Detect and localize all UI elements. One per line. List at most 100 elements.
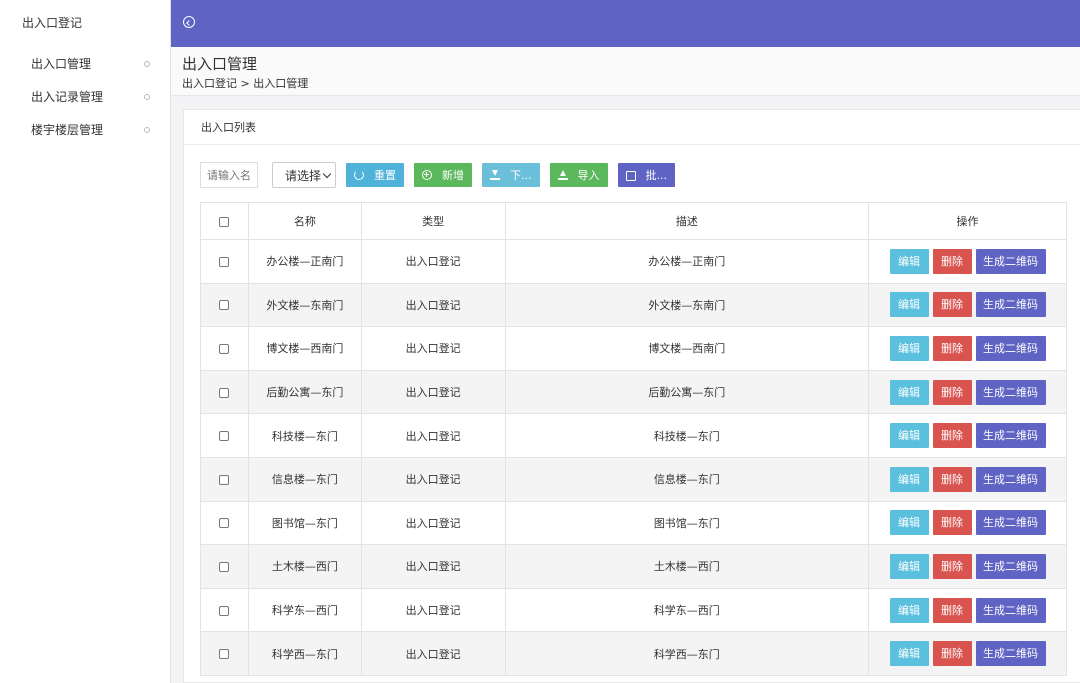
edit-button[interactable]: 编辑 — [889, 641, 929, 667]
entrance-list-card: 出入口列表 请选择 重置 新增 下... 导入 批... — [183, 109, 1080, 683]
delete-button[interactable]: 删除 — [932, 466, 972, 492]
row-checkbox-cell — [200, 544, 249, 589]
edit-button[interactable]: 编辑 — [889, 335, 929, 361]
row-checkbox[interactable] — [219, 387, 230, 398]
type-select[interactable]: 请选择 — [272, 162, 336, 188]
chevron-down-icon — [322, 169, 332, 178]
edit-button[interactable]: 编辑 — [889, 597, 929, 623]
table-row: 博文楼—西南门 出入口登记 博文楼—西南门 编辑 删除 生成二维码 — [200, 326, 1067, 371]
generate-qrcode-button[interactable]: 生成二维码 — [975, 423, 1046, 449]
refresh-icon — [354, 170, 364, 180]
sidebar-item-label: 出入记录管理 — [31, 90, 104, 104]
generate-qrcode-button[interactable]: 生成二维码 — [975, 335, 1046, 361]
add-button[interactable]: 新增 — [414, 163, 472, 187]
cell-name: 外文楼—东南门 — [247, 282, 362, 328]
row-checkbox[interactable] — [219, 474, 230, 485]
generate-qrcode-button[interactable]: 生成二维码 — [975, 248, 1046, 274]
cell-actions: 编辑 删除 生成二维码 — [868, 282, 1067, 328]
row-checkbox[interactable] — [219, 561, 230, 572]
toolbar: 请选择 重置 新增 下... 导入 批... — [200, 162, 675, 188]
cell-name: 图书馆—东门 — [247, 500, 362, 546]
table-row: 图书馆—东门 出入口登记 图书馆—东门 编辑 删除 生成二维码 — [200, 500, 1067, 546]
add-label: 新增 — [442, 169, 464, 182]
edit-button[interactable]: 编辑 — [889, 553, 929, 579]
generate-qrcode-button[interactable]: 生成二维码 — [975, 510, 1046, 536]
delete-button[interactable]: 删除 — [932, 553, 972, 579]
plus-circle-icon — [422, 170, 432, 180]
generate-qrcode-button[interactable]: 生成二维码 — [975, 553, 1046, 579]
cell-desc: 后勤公寓—东门 — [504, 369, 870, 415]
row-checkbox[interactable] — [219, 518, 230, 529]
sidebar: 出入口登记 出入口管理 出入记录管理 楼宇楼层管理 — [0, 0, 171, 683]
reset-button[interactable]: 重置 — [346, 163, 404, 187]
generate-qrcode-button[interactable]: 生成二维码 — [975, 292, 1046, 318]
page-header: 出入口管理 出入口登记 > 出入口管理 — [171, 47, 1080, 96]
delete-button[interactable]: 删除 — [932, 379, 972, 405]
cell-actions: 编辑 删除 生成二维码 — [868, 413, 1067, 458]
generate-qrcode-button[interactable]: 生成二维码 — [975, 641, 1046, 667]
cell-type: 出入口登记 — [360, 631, 506, 676]
search-input[interactable] — [200, 162, 258, 188]
edit-button[interactable]: 编辑 — [889, 423, 929, 449]
cell-desc: 信息楼—东门 — [504, 456, 870, 502]
row-checkbox[interactable] — [219, 256, 230, 267]
cell-type: 出入口登记 — [360, 587, 506, 633]
sidebar-item-entrance-management[interactable]: 出入口管理 — [0, 47, 170, 80]
delete-button[interactable]: 删除 — [932, 335, 972, 361]
cell-desc: 科学西—东门 — [504, 631, 870, 676]
row-checkbox[interactable] — [219, 605, 230, 616]
delete-button[interactable]: 删除 — [932, 248, 972, 274]
column-header-name: 名称 — [247, 202, 362, 240]
generate-qrcode-button[interactable]: 生成二维码 — [975, 466, 1046, 492]
edit-button[interactable]: 编辑 — [889, 510, 929, 536]
delete-button[interactable]: 删除 — [932, 641, 972, 667]
cell-desc: 外文楼—东南门 — [504, 282, 870, 328]
select-all-checkbox[interactable] — [219, 216, 230, 227]
delete-button[interactable]: 删除 — [932, 423, 972, 449]
top-bar — [171, 0, 1080, 47]
delete-button[interactable]: 删除 — [932, 292, 972, 318]
edit-button[interactable]: 编辑 — [889, 379, 929, 405]
download-button[interactable]: 下... — [482, 163, 540, 187]
page-title: 出入口管理 — [182, 55, 258, 73]
row-checkbox[interactable] — [219, 431, 230, 442]
cell-actions: 编辑 删除 生成二维码 — [868, 326, 1067, 371]
upload-icon — [557, 170, 568, 180]
cell-name: 博文楼—西南门 — [247, 326, 362, 371]
table-row: 土木楼—西门 出入口登记 土木楼—西门 编辑 删除 生成二维码 — [200, 544, 1067, 589]
cell-name: 后勤公寓—东门 — [247, 369, 362, 415]
mail-icon — [625, 170, 636, 181]
back-arrow-icon[interactable] — [183, 16, 195, 28]
sidebar-item-label: 楼宇楼层管理 — [31, 123, 104, 137]
card-title: 出入口列表 — [184, 110, 1080, 145]
cell-actions: 编辑 删除 生成二维码 — [868, 369, 1067, 415]
edit-button[interactable]: 编辑 — [889, 248, 929, 274]
generate-qrcode-button[interactable]: 生成二维码 — [975, 379, 1046, 405]
batch-button[interactable]: 批... — [617, 163, 675, 187]
edit-button[interactable]: 编辑 — [889, 466, 929, 492]
cell-type: 出入口登记 — [360, 413, 506, 458]
circle-icon — [144, 93, 150, 100]
entrance-table: 名称 类型 描述 操作 办公楼—正南门 出入口登记 办公楼—正南门 编辑 删除 生成二维码… — [200, 202, 1067, 676]
row-checkbox[interactable] — [219, 300, 230, 311]
batch-label: 批... — [645, 169, 668, 182]
sidebar-item-record-management[interactable]: 出入记录管理 — [0, 80, 170, 113]
circle-icon — [144, 126, 150, 133]
sidebar-item-building-management[interactable]: 楼宇楼层管理 — [0, 113, 170, 146]
row-checkbox[interactable] — [219, 649, 230, 660]
import-button[interactable]: 导入 — [549, 163, 608, 187]
delete-button[interactable]: 删除 — [932, 510, 972, 536]
cell-desc: 博文楼—西南门 — [504, 326, 870, 371]
table-row: 外文楼—东南门 出入口登记 外文楼—东南门 编辑 删除 生成二维码 — [200, 282, 1067, 328]
circle-icon — [144, 60, 150, 67]
cell-actions: 编辑 删除 生成二维码 — [868, 587, 1067, 633]
edit-button[interactable]: 编辑 — [889, 292, 929, 318]
row-checkbox-cell — [200, 456, 249, 502]
delete-button[interactable]: 删除 — [932, 597, 972, 623]
generate-qrcode-button[interactable]: 生成二维码 — [975, 597, 1046, 623]
column-header-actions: 操作 — [868, 202, 1067, 240]
import-label: 导入 — [577, 169, 600, 182]
cell-desc: 办公楼—正南门 — [504, 239, 870, 284]
row-checkbox[interactable] — [219, 343, 230, 354]
row-checkbox-cell — [200, 631, 249, 676]
